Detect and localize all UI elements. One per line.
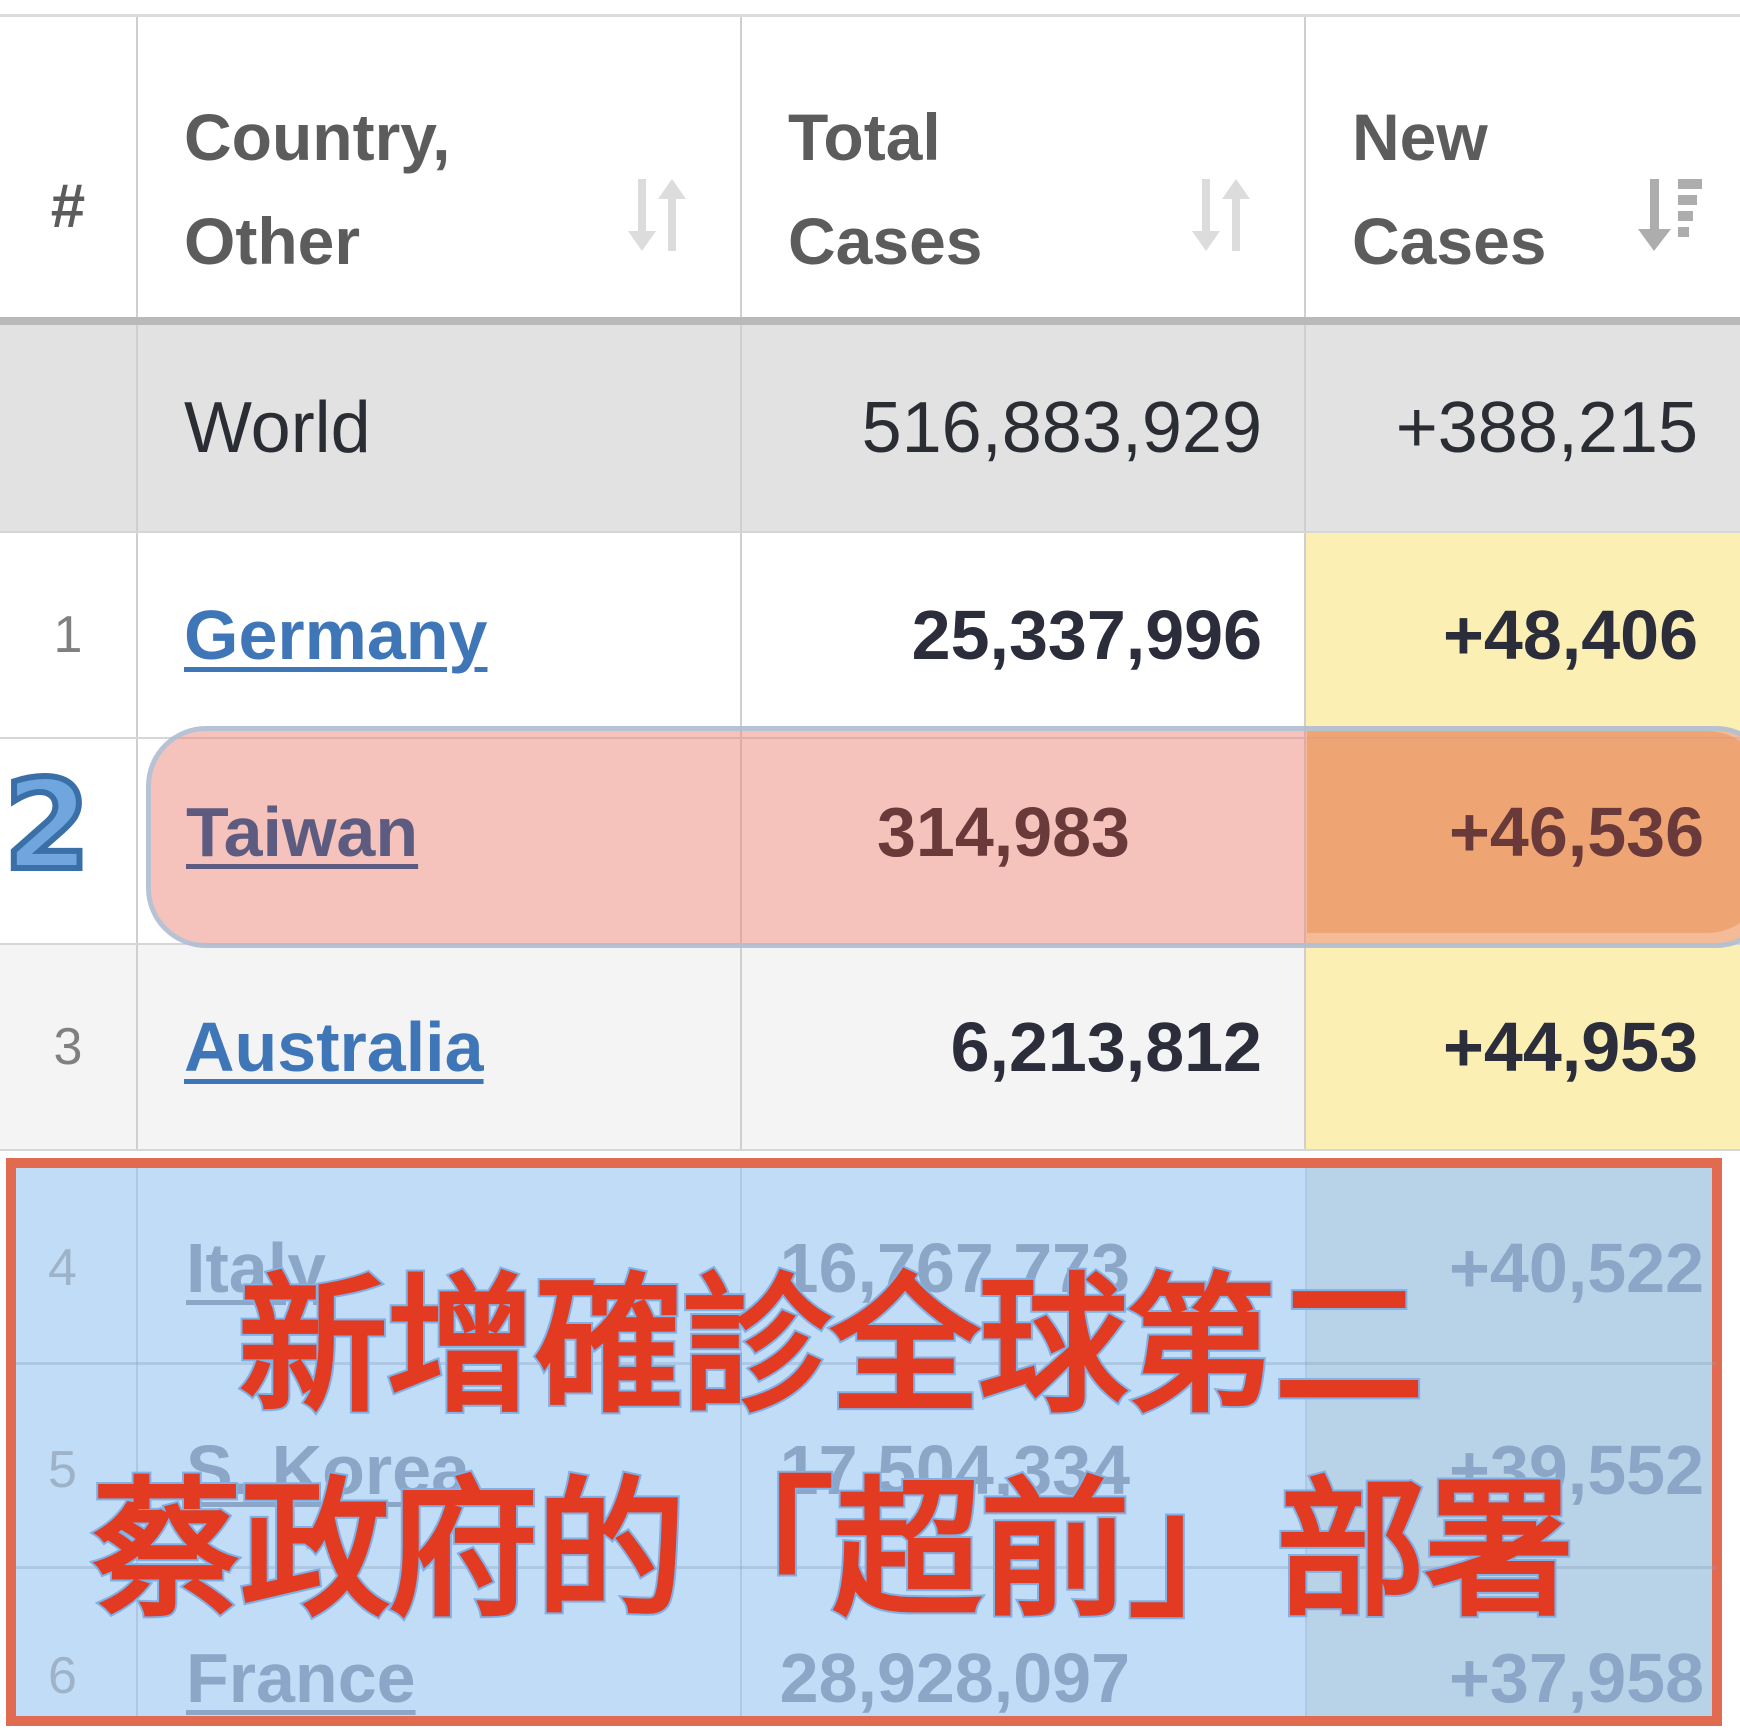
total-cases-cell: 6,213,812 (740, 944, 1305, 1151)
new-cases-cell: +48,406 (1304, 532, 1740, 739)
row-rank: 3 (0, 944, 137, 1151)
header-new-cases-label: New Cases (1352, 100, 1547, 278)
row-rank: 6 (48, 1647, 77, 1705)
headline-line-2: 蔡政府的「超前」部署 (90, 1464, 1576, 1638)
country-link-australia[interactable]: Australia (184, 1008, 484, 1086)
headline-line-1: 新增確診全球第二 (236, 1260, 1426, 1434)
header-total-cases-label: Total Cases (788, 100, 983, 278)
world-total-cases: 516,883,929 (740, 321, 1305, 533)
row-rank: 4 (48, 1239, 77, 1297)
world-total-row: World 516,883,929 +388,215 (0, 321, 1740, 533)
country-link-france[interactable]: France (186, 1638, 416, 1718)
header-total-cases[interactable]: Total Cases (740, 17, 1305, 325)
header-country-label: Country, Other (184, 100, 451, 278)
header-new-cases[interactable]: New Cases (1304, 17, 1740, 325)
table-row: 1 Germany 25,337,996 +48,406 (0, 532, 1740, 739)
country-link-taiwan[interactable]: Taiwan (186, 792, 418, 872)
table-row: 3 Australia 6,213,812 +44,953 (0, 944, 1740, 1151)
sort-both-icon[interactable] (624, 175, 694, 255)
header-rank[interactable]: # (0, 17, 137, 325)
row-rank: 5 (48, 1441, 77, 1499)
header-country[interactable]: Country, Other (136, 17, 741, 325)
taiwan-new-cases: +46,536 (1449, 793, 1704, 871)
world-name: World (136, 321, 741, 533)
row-rank: 1 (0, 532, 137, 739)
rank-badge-2: 2 (1, 754, 93, 898)
covid-cases-table: # Country, Other Total Cases New Cases W… (0, 17, 1740, 1151)
new-cases-cell: +40,522 (1449, 1229, 1704, 1307)
total-cases-cell: 25,337,996 (740, 532, 1305, 739)
world-new-cases: +388,215 (1304, 321, 1740, 533)
new-cases-cell: +44,953 (1304, 944, 1740, 1151)
new-cases-cell: +37,958 (1449, 1639, 1704, 1717)
world-rank-cell (0, 321, 137, 533)
header-rank-label: # (50, 172, 86, 241)
sort-both-icon[interactable] (1188, 175, 1258, 255)
table-header-row: # Country, Other Total Cases New Cases (0, 17, 1740, 325)
sort-descending-active-icon[interactable] (1636, 175, 1706, 255)
taiwan-total-cases: 314,983 (876, 793, 1130, 871)
country-link-germany[interactable]: Germany (184, 596, 487, 674)
total-cases-cell: 28,928,097 (779, 1639, 1130, 1717)
